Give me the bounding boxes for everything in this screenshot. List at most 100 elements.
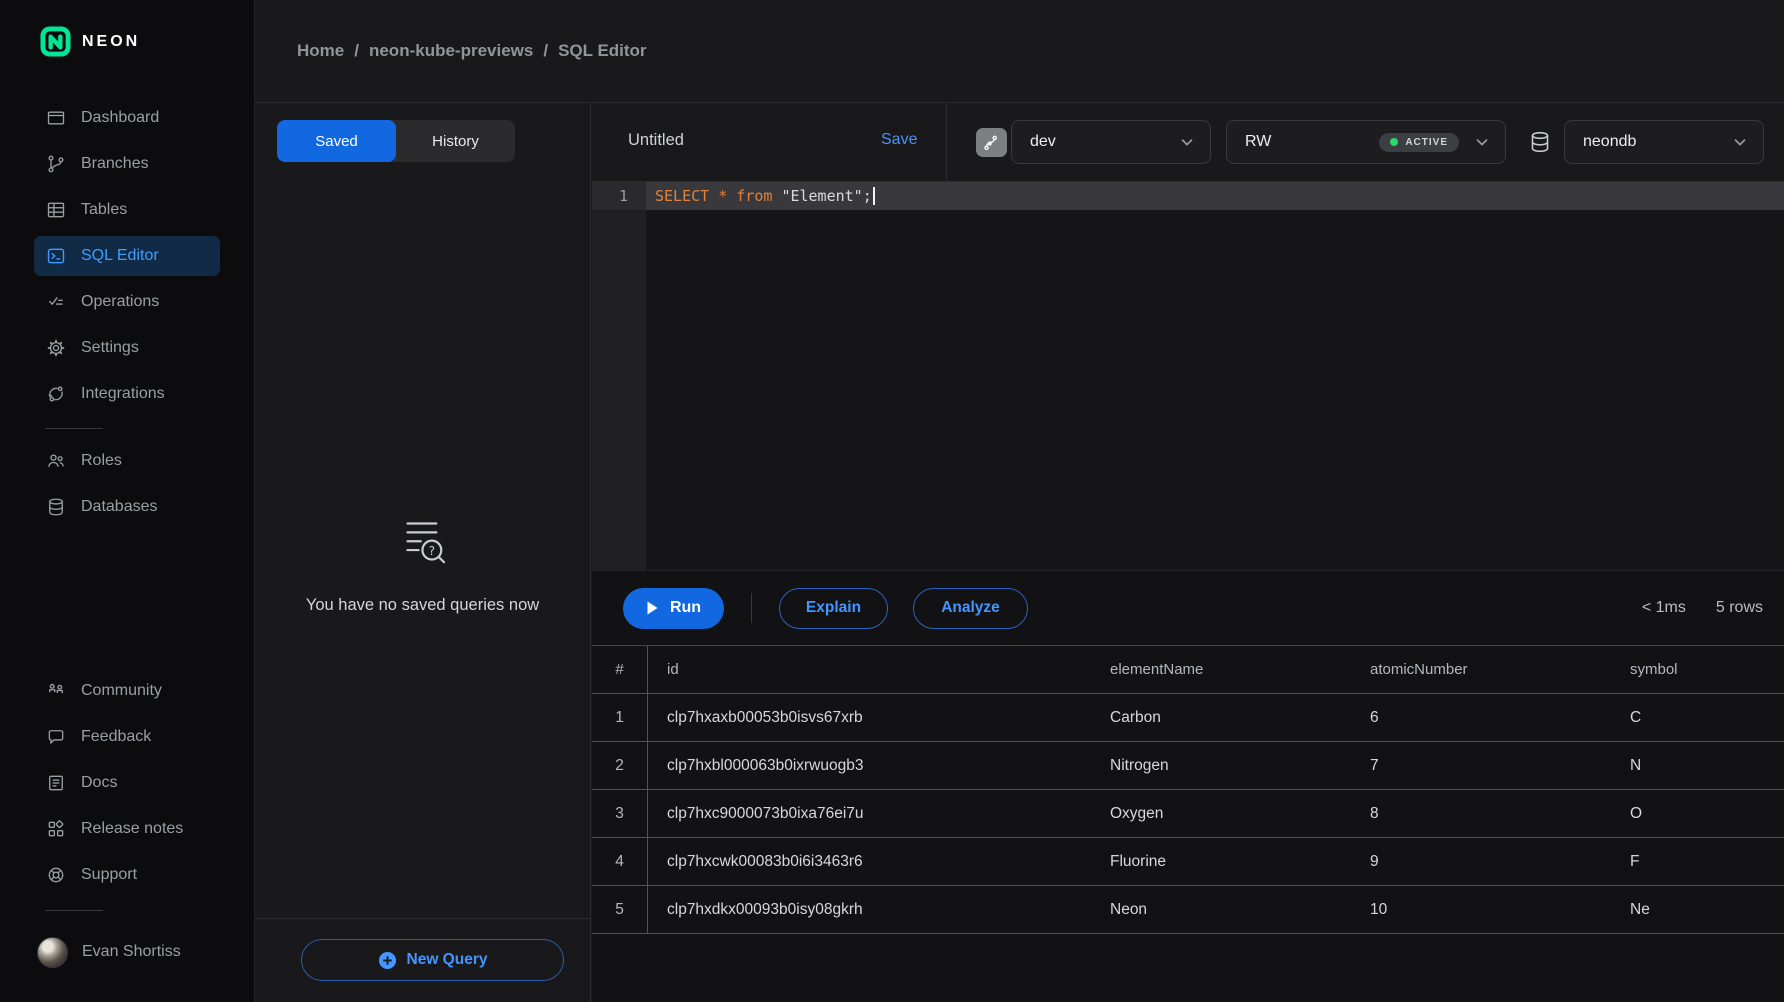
column-header-symbol: symbol xyxy=(1611,646,1784,693)
editor-gutter xyxy=(592,182,646,570)
brand-wordmark: NEON xyxy=(82,33,140,51)
branch-select-value: dev xyxy=(1030,133,1056,151)
feedback-icon xyxy=(46,727,66,747)
settings-icon xyxy=(46,338,66,358)
header-divider xyxy=(946,103,947,181)
table-row: 3 clp7hxc9000073b0ixa76ei7u Oxygen 8 O xyxy=(592,790,1784,838)
results-header-row: # id elementName atomicNumber symbol xyxy=(592,645,1784,694)
sidebar-item-label: Tables xyxy=(81,201,127,219)
row-index: 2 xyxy=(592,742,648,789)
new-query-button[interactable]: New Query xyxy=(301,939,564,981)
empty-state: ? You have no saved queries now xyxy=(255,508,590,615)
dashboard-icon xyxy=(46,108,66,128)
code-line-1[interactable]: 1 SELECT * from "Element"; xyxy=(592,182,1784,210)
table-row: 5 clp7hxdkx00093b0isy08gkrh Neon 10 Ne xyxy=(592,886,1784,934)
sidebar-item-label: Operations xyxy=(81,293,159,311)
branch-chip[interactable] xyxy=(976,128,1007,157)
query-stats: < 1ms 5 rows xyxy=(1642,571,1763,645)
compute-select[interactable]: RW ACTIVE xyxy=(1226,120,1506,164)
sidebar-item-operations[interactable]: Operations xyxy=(34,282,220,322)
cell-elementName: Nitrogen xyxy=(1091,742,1351,789)
status-badge: ACTIVE xyxy=(1379,133,1459,152)
query-title: Untitled xyxy=(628,131,684,150)
cell-atomicNumber: 10 xyxy=(1351,886,1611,933)
breadcrumb-home[interactable]: Home xyxy=(297,41,344,61)
support-icon xyxy=(46,865,66,885)
cell-id: clp7hxbl000063b0ixrwuogb3 xyxy=(648,742,1091,789)
cell-id: clp7hxdkx00093b0isy08gkrh xyxy=(648,886,1091,933)
breadcrumb-project[interactable]: neon-kube-previews xyxy=(369,41,533,61)
sql-keyword: SELECT xyxy=(655,187,718,205)
database-select-value: neondb xyxy=(1583,133,1636,151)
chevron-down-icon xyxy=(1178,133,1196,151)
column-header-atomicNumber: atomicNumber xyxy=(1351,646,1611,693)
query-duration: < 1ms xyxy=(1642,599,1686,617)
sidebar-item-roles[interactable]: Roles xyxy=(34,441,220,481)
sidebar-item-branches[interactable]: Branches xyxy=(34,144,220,184)
docs-icon xyxy=(46,773,66,793)
sidebar-item-release-notes[interactable]: Release notes xyxy=(34,809,220,849)
sidebar-item-label: Databases xyxy=(81,498,158,516)
user-name: Evan Shortiss xyxy=(82,943,181,961)
sidebar-nav-main: Dashboard Branches Tables SQL Editor Ope… xyxy=(0,98,255,414)
databases-icon xyxy=(46,497,66,517)
sql-code-editor[interactable]: 1 SELECT * from "Element"; xyxy=(592,182,1784,570)
integrations-icon xyxy=(46,384,66,404)
sidebar-item-label: SQL Editor xyxy=(81,247,159,265)
explain-button[interactable]: Explain xyxy=(779,588,888,629)
cell-atomicNumber: 7 xyxy=(1351,742,1611,789)
sidebar-item-sql-editor[interactable]: SQL Editor xyxy=(34,236,220,276)
cell-symbol: N xyxy=(1611,742,1784,789)
user-menu[interactable]: Evan Shortiss xyxy=(34,932,181,972)
branches-icon xyxy=(46,154,66,174)
row-index: 5 xyxy=(592,886,648,933)
sidebar-item-integrations[interactable]: Integrations xyxy=(34,374,220,414)
row-index: 4 xyxy=(592,838,648,885)
save-link[interactable]: Save xyxy=(881,131,917,149)
top-bar: Home / neon-kube-previews / SQL Editor xyxy=(255,0,1784,103)
sidebar-item-tables[interactable]: Tables xyxy=(34,190,220,230)
empty-state-text: You have no saved queries now xyxy=(306,596,539,615)
sql-identifier: "Element"; xyxy=(781,187,871,205)
run-button[interactable]: Run xyxy=(623,588,724,629)
text-cursor xyxy=(873,187,875,205)
sidebar-nav-resources: Community Feedback Docs Release notes Su… xyxy=(0,671,255,895)
cell-symbol: C xyxy=(1611,694,1784,741)
editor-region: Untitled Save dev RW ACTIVE xyxy=(592,103,1784,1002)
analyze-button[interactable]: Analyze xyxy=(913,588,1028,629)
branch-select[interactable]: dev xyxy=(1011,120,1211,164)
sidebar-item-support[interactable]: Support xyxy=(34,855,220,895)
sidebar-item-docs[interactable]: Docs xyxy=(34,763,220,803)
editor-header: Untitled Save dev RW ACTIVE xyxy=(592,103,1784,182)
brand-logo[interactable]: NEON xyxy=(40,26,140,57)
sidebar-item-dashboard[interactable]: Dashboard xyxy=(34,98,220,138)
row-index: 3 xyxy=(592,790,648,837)
sidebar-item-label: Integrations xyxy=(81,385,165,403)
results-table: # id elementName atomicNumber symbol 1 c… xyxy=(592,645,1784,1002)
neon-console: NEON Dashboard Branches Tables SQL Edito… xyxy=(0,0,1784,1002)
database-select[interactable]: neondb xyxy=(1564,120,1764,164)
cell-symbol: O xyxy=(1611,790,1784,837)
sidebar-item-databases[interactable]: Databases xyxy=(34,487,220,527)
tab-saved[interactable]: Saved xyxy=(277,120,396,162)
sidebar-item-settings[interactable]: Settings xyxy=(34,328,220,368)
play-icon xyxy=(646,601,659,615)
sidebar-item-label: Settings xyxy=(81,339,139,357)
sidebar-item-feedback[interactable]: Feedback xyxy=(34,717,220,757)
cell-elementName: Carbon xyxy=(1091,694,1351,741)
release-notes-icon xyxy=(46,819,66,839)
column-header-elementName: elementName xyxy=(1091,646,1351,693)
tab-history[interactable]: History xyxy=(396,120,515,162)
table-row: 2 clp7hxbl000063b0ixrwuogb3 Nitrogen 7 N xyxy=(592,742,1784,790)
panel-divider xyxy=(255,918,590,919)
sidebar-item-community[interactable]: Community xyxy=(34,671,220,711)
sql-star: * xyxy=(718,187,736,205)
cell-elementName: Fluorine xyxy=(1091,838,1351,885)
cell-atomicNumber: 8 xyxy=(1351,790,1611,837)
cell-symbol: F xyxy=(1611,838,1784,885)
avatar xyxy=(37,937,68,968)
database-icon xyxy=(1528,129,1552,155)
cell-atomicNumber: 9 xyxy=(1351,838,1611,885)
active-dot-icon xyxy=(1390,138,1398,146)
line-number: 1 xyxy=(592,182,646,210)
